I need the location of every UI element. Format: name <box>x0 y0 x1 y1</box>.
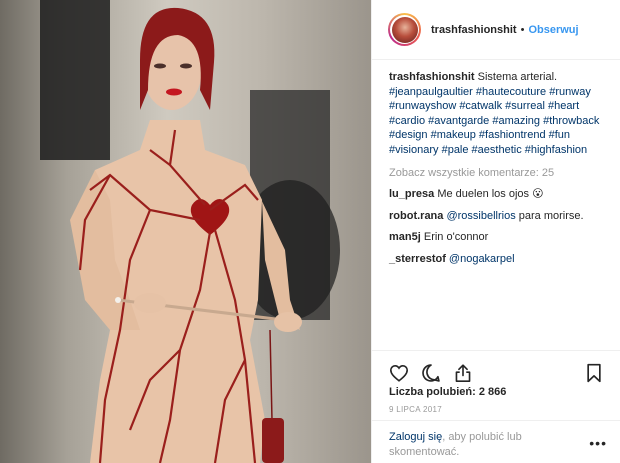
caption-text: Sistema arterial. <box>477 71 558 83</box>
comment-text: Erin o'connor <box>423 231 489 244</box>
action-bar <box>372 350 620 386</box>
post-date[interactable]: 9 LIPCA 2017 <box>389 405 442 414</box>
post-side-panel: trashfashionshit • Obserwuj trashfashion… <box>371 0 620 463</box>
avatar[interactable] <box>388 13 421 46</box>
post-header: trashfashionshit • Obserwuj <box>372 0 620 60</box>
comment-text: Me duelen los ojos 😮 <box>437 188 544 201</box>
comment-text: para morirse. <box>515 209 584 222</box>
comment-username[interactable]: robot.rana <box>389 210 443 222</box>
caption-username[interactable]: trashfashionshit <box>389 71 475 83</box>
comment-username[interactable]: _sterrestof <box>389 253 446 265</box>
heart-outline-icon[interactable] <box>388 362 410 384</box>
comment-item: lu_presa Me duelen los ojos 😮 <box>389 187 613 202</box>
follow-button[interactable]: Obserwuj <box>528 24 578 36</box>
caption: trashfashionshit Sistema arterial. #jean… <box>389 70 613 158</box>
avatar-image <box>391 16 418 43</box>
login-link[interactable]: Zaloguj się <box>389 431 442 443</box>
comment-item: man5j Erin o'connor <box>389 230 613 245</box>
bookmark-icon[interactable] <box>583 362 605 384</box>
view-all-comments-link[interactable]: Zobacz wszystkie komentarze: 25 <box>389 166 613 181</box>
comment-username[interactable]: lu_presa <box>389 188 434 200</box>
post-photo[interactable] <box>0 0 371 463</box>
comment-item: robot.rana @rossibellrios para morirse. <box>389 209 613 224</box>
instagram-post: trashfashionshit • Obserwuj trashfashion… <box>0 0 620 463</box>
likes-count[interactable]: Liczba polubień: 2 866 <box>389 386 506 398</box>
comments-section: trashfashionshit Sistema arterial. #jean… <box>389 70 613 267</box>
caption-hashtags[interactable]: #jeanpaulgaultier #hautecouture #runway … <box>389 86 599 156</box>
login-prompt: Zaloguj się, aby polubić lub skomentować… <box>389 430 579 459</box>
share-icon[interactable] <box>452 362 474 384</box>
separator-dot: • <box>520 23 525 36</box>
speech-bubble-icon[interactable] <box>420 362 442 384</box>
avatar-ring <box>390 15 419 44</box>
comment-item: _sterrestof @nogakarpel <box>389 252 613 267</box>
more-options-icon[interactable]: ••• <box>589 435 607 451</box>
comment-mention[interactable]: @rossibellrios <box>446 210 515 222</box>
comment-username[interactable]: man5j <box>389 231 421 243</box>
username-link[interactable]: trashfashionshit <box>431 24 517 36</box>
login-footer: Zaloguj się, aby polubić lub skomentować… <box>372 420 620 463</box>
runway-model-image <box>40 0 340 463</box>
comment-mention[interactable]: @nogakarpel <box>449 253 515 265</box>
